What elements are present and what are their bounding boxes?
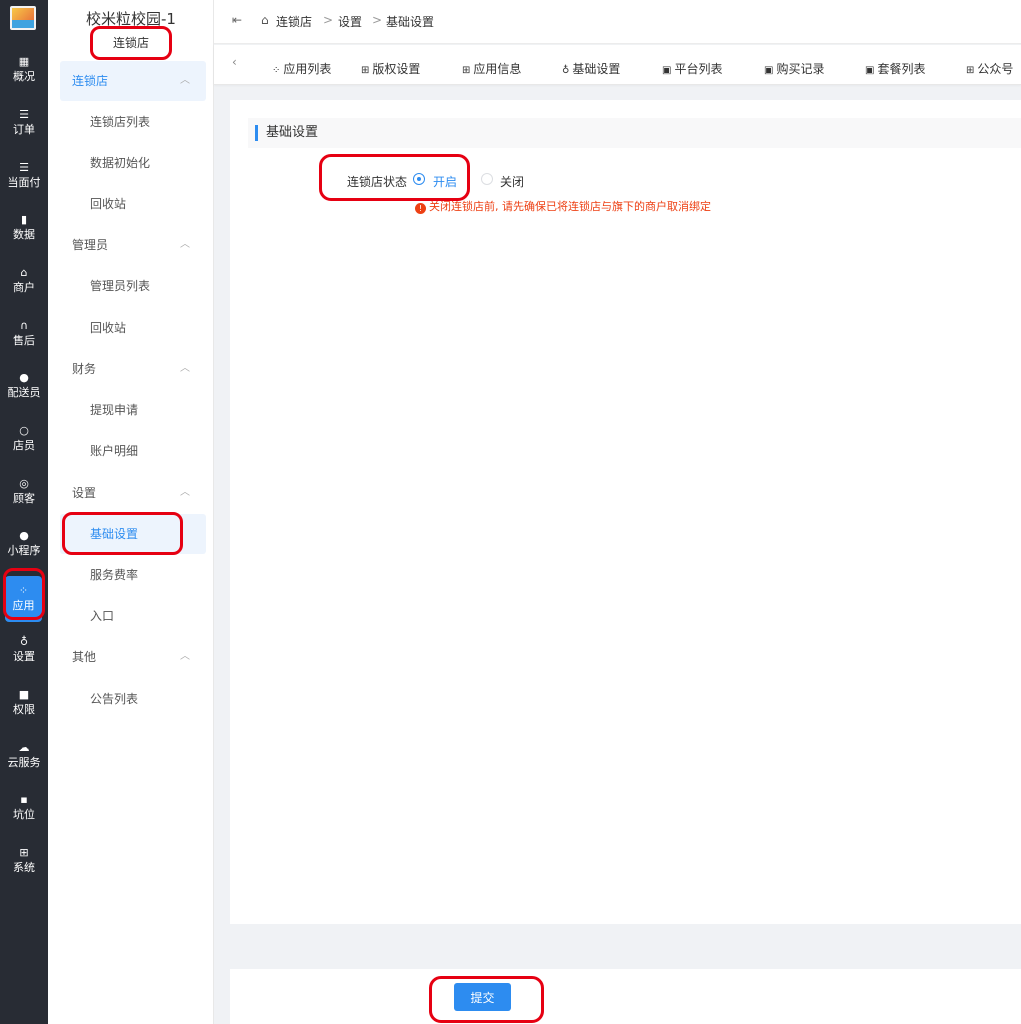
tab-purchase-records[interactable]: ▣ 购买记录 bbox=[764, 60, 824, 77]
windows-icon: ⊞ bbox=[19, 846, 29, 859]
secondary-sidebar: 校米粒校园-1 连锁店 连锁店 ︿ 连锁店列表 数据初始化 回收站 管理员 ︿ … bbox=[48, 0, 214, 1024]
sidebar-item-announcements[interactable]: 公告列表 bbox=[60, 679, 206, 719]
rail-item-settings[interactable]: ♁ 设置 bbox=[0, 628, 48, 676]
rail-item-data[interactable]: ▮ 数据 bbox=[0, 206, 48, 254]
sidebar-group-finance[interactable]: 财务 ︿ bbox=[60, 349, 206, 389]
list-icon: ☰ bbox=[19, 161, 29, 174]
rail-item-clerks[interactable]: ○ 店员 bbox=[0, 417, 48, 465]
sidebar-item-store-list[interactable]: 连锁店列表 bbox=[60, 102, 206, 142]
sidebar-item-entry[interactable]: 入口 bbox=[60, 596, 206, 636]
chevron-up-icon: ︿ bbox=[180, 651, 190, 662]
settings-card: 基础设置 连锁店状态 开启 关闭 ! 关闭连锁店前, 请先确保已将连锁店与旗下的商… bbox=[230, 100, 1021, 924]
chart-icon: ▣ bbox=[865, 65, 875, 76]
tab-official-account[interactable]: ⊞ 公众号 bbox=[966, 60, 1013, 77]
sidebar-group-chain-store[interactable]: 连锁店 ︿ bbox=[60, 61, 206, 101]
scooter-icon: ● bbox=[19, 371, 29, 384]
rail-item-aftersale[interactable]: ∩ 售后 bbox=[0, 312, 48, 360]
breadcrumb-separator: > bbox=[323, 13, 334, 27]
breadcrumb-item-basic-settings: 基础设置 bbox=[386, 15, 435, 29]
status-warning-hint: ! 关闭连锁店前, 请先确保已将连锁店与旗下的商户取消绑定 bbox=[415, 198, 711, 214]
rail-item-permissions[interactable]: ■ 权限 bbox=[0, 681, 48, 729]
breadcrumb-item-chain-store[interactable]: 连锁店 bbox=[276, 13, 312, 30]
submit-button[interactable]: 提交 bbox=[454, 983, 511, 1011]
tab-scroll-left-icon[interactable]: ‹ bbox=[232, 55, 237, 69]
breadcrumb-item-settings[interactable]: 设置 bbox=[338, 13, 362, 30]
rail-item-system[interactable]: ⊞ 系统 bbox=[0, 839, 48, 887]
rail-item-overview[interactable]: ▦ 概况 bbox=[0, 48, 48, 96]
tab-package-list[interactable]: ▣ 套餐列表 bbox=[865, 60, 925, 77]
rail-item-customers[interactable]: ◎ 顾客 bbox=[0, 470, 48, 518]
chart-icon: ▮ bbox=[20, 213, 28, 226]
icon-rail: ▦ 概况 ☰ 订单 ☰ 当面付 ▮ 数据 ⌂ 商户 ∩ 售后 ● 配送员 ○ 店… bbox=[0, 0, 48, 1024]
chevron-up-icon: ︿ bbox=[180, 75, 190, 86]
app-logo[interactable] bbox=[10, 6, 36, 30]
rail-item-merchants[interactable]: ⌂ 商户 bbox=[0, 259, 48, 307]
chart-icon: ▣ bbox=[764, 65, 774, 76]
form-footer: 提交 bbox=[230, 969, 1021, 1024]
user-icon: ○ bbox=[19, 424, 29, 437]
wechat-icon: ● bbox=[19, 529, 29, 542]
status-on-label[interactable]: 开启 bbox=[433, 173, 457, 190]
settings-icon: ♁ bbox=[19, 635, 29, 648]
chevron-up-icon: ︿ bbox=[180, 363, 190, 374]
rail-item-miniprogram[interactable]: ● 小程序 bbox=[0, 522, 48, 570]
apps-icon: ⁘ bbox=[272, 65, 281, 76]
collapse-menu-icon[interactable]: ⇤ bbox=[232, 13, 242, 27]
app-tab-bar: ‹ ⁘ 应用列表 ⊞ 版权设置 ⊞ 应用信息 ♁ 基础设置 ▣ 平台列表 ▣ 购买记录 ▣ 套… bbox=[214, 45, 1021, 85]
status-off-radio[interactable] bbox=[481, 173, 493, 185]
tab-app-info[interactable]: ⊞ 应用信息 bbox=[462, 60, 521, 77]
section-header-bg bbox=[248, 118, 1021, 148]
chevron-up-icon: ︿ bbox=[180, 239, 190, 250]
store-icon: ⌂ bbox=[20, 266, 28, 279]
sidebar-item-recycle-bin[interactable]: 回收站 bbox=[60, 184, 206, 224]
chain-store-status-label: 连锁店状态 bbox=[347, 175, 408, 189]
tab-platform-list[interactable]: ▣ 平台列表 bbox=[662, 60, 722, 77]
warning-icon: ! bbox=[415, 203, 426, 214]
rail-item-couriers[interactable]: ● 配送员 bbox=[0, 364, 48, 412]
cloud-icon: ☁ bbox=[18, 741, 30, 754]
rail-item-facepay[interactable]: ☰ 当面付 bbox=[0, 154, 48, 202]
sidebar-item-basic-settings[interactable]: 基础设置 bbox=[60, 514, 206, 554]
chart-icon: ▣ bbox=[662, 65, 672, 76]
sidebar-item-account-details[interactable]: 账户明细 bbox=[60, 431, 206, 471]
rail-item-slots[interactable]: ▪ 坑位 bbox=[0, 786, 48, 834]
sidebar-group-settings[interactable]: 设置 ︿ bbox=[60, 473, 206, 513]
rail-item-cloud[interactable]: ☁ 云服务 bbox=[0, 734, 48, 782]
status-off-label[interactable]: 关闭 bbox=[500, 173, 524, 190]
customer-icon: ◎ bbox=[19, 477, 29, 490]
status-on-radio[interactable] bbox=[413, 173, 425, 185]
sidebar-item-service-rate[interactable]: 服务费率 bbox=[60, 555, 206, 595]
sidebar-item-data-init[interactable]: 数据初始化 bbox=[60, 143, 206, 183]
lock-icon: ■ bbox=[18, 688, 30, 701]
sidebar-item-admin-recycle-bin[interactable]: 回收站 bbox=[60, 308, 206, 348]
section-title: 基础设置 bbox=[255, 125, 318, 141]
tab-basic-settings[interactable]: ♁ 基础设置 bbox=[562, 60, 620, 77]
sidebar-group-other[interactable]: 其他 ︿ bbox=[60, 637, 206, 677]
apps-icon: ⁘ bbox=[18, 584, 29, 597]
sidebar-group-admin[interactable]: 管理员 ︿ bbox=[60, 225, 206, 265]
top-bar: ⇤ ⌂ 连锁店 > 设置 > 基础设置 bbox=[214, 0, 1021, 44]
breadcrumb-separator: > bbox=[372, 13, 383, 27]
chevron-up-icon: ︿ bbox=[180, 487, 190, 498]
sidebar-subtitle: 连锁店 bbox=[112, 36, 149, 50]
headset-icon: ∩ bbox=[19, 319, 29, 332]
windows-icon: ⊞ bbox=[361, 65, 370, 76]
sidebar-item-withdrawals[interactable]: 提现申请 bbox=[60, 390, 206, 430]
windows-icon: ⊞ bbox=[966, 65, 975, 76]
sidebar-item-admin-list[interactable]: 管理员列表 bbox=[60, 266, 206, 306]
list-icon: ☰ bbox=[19, 108, 29, 121]
rail-item-orders[interactable]: ☰ 订单 bbox=[0, 101, 48, 149]
tab-copyright-settings[interactable]: ⊞ 版权设置 bbox=[361, 60, 420, 77]
store-icon: ⌂ bbox=[261, 13, 269, 27]
rail-item-apps[interactable]: ⁘ 应用 bbox=[5, 576, 42, 622]
settings-icon: ♁ bbox=[562, 65, 570, 76]
windows-icon: ⊞ bbox=[462, 65, 471, 76]
slot-icon: ▪ bbox=[20, 793, 28, 806]
tab-app-list[interactable]: ⁘ 应用列表 bbox=[272, 60, 331, 77]
overview-icon: ▦ bbox=[18, 55, 30, 68]
sidebar-title: 校米粒校园-1 bbox=[86, 10, 176, 28]
